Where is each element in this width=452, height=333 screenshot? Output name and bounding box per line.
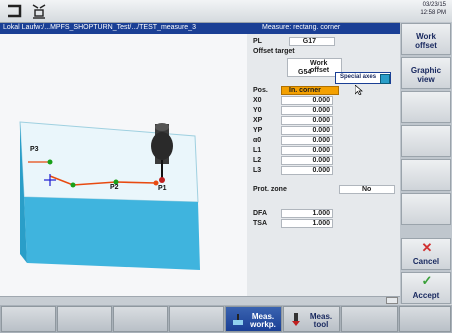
- pos-value: In. corner: [289, 87, 321, 94]
- special-axes-label: Special axes: [340, 74, 377, 80]
- dfa-field[interactable]: 1.000: [281, 209, 333, 218]
- work-offset-softkey[interactable]: Work offset: [401, 23, 451, 55]
- empty-softkey-4[interactable]: [401, 125, 451, 157]
- param-row-field[interactable]: 0.000: [281, 166, 333, 175]
- special-axes-popup[interactable]: Special axes: [335, 72, 391, 84]
- prot-zone-value: No: [362, 186, 372, 193]
- param-row-label: L1: [253, 147, 262, 154]
- bottom-softkey-7[interactable]: [341, 306, 398, 332]
- param-row-label: α0: [253, 137, 262, 144]
- param-row-value: 0.000: [312, 137, 330, 144]
- program-manager-icon[interactable]: [30, 2, 48, 20]
- param-row-field[interactable]: 0.000: [281, 156, 333, 165]
- machine-icon[interactable]: [6, 3, 26, 19]
- bottom-softkey-2[interactable]: [57, 306, 112, 332]
- param-row-label: XP: [253, 117, 263, 124]
- param-row-field[interactable]: 0.000: [281, 116, 333, 125]
- scroll-right-icon[interactable]: [386, 297, 398, 311]
- bottom-softkey-bar: Meas. workp. Meas. tool: [0, 305, 452, 333]
- workpiece-graphic: [19, 121, 200, 270]
- dfa-label: DFA: [253, 210, 267, 217]
- param-row-label: L2: [253, 157, 262, 164]
- special-axes-checkbox-icon[interactable]: [380, 74, 390, 84]
- right-softkey-bar: Work offset Graphic view ✕ Cancel ✓ Acce…: [400, 22, 452, 304]
- cancel-icon: ✕: [421, 240, 433, 255]
- tsa-field[interactable]: 1.000: [281, 219, 333, 228]
- param-row-value: 0.000: [312, 127, 330, 134]
- prot-zone-field[interactable]: No: [339, 185, 395, 194]
- pl-label: PL: [253, 38, 262, 45]
- cancel-button[interactable]: ✕ Cancel: [401, 238, 451, 270]
- param-row-value: 0.000: [312, 147, 330, 154]
- param-row-label: Y0: [253, 107, 262, 114]
- work-offset-select[interactable]: Work offset G54: [287, 58, 342, 77]
- mouse-cursor-icon: [354, 82, 363, 100]
- meas-workpiece-icon: [232, 314, 244, 326]
- param-row-value: 0.000: [312, 117, 330, 124]
- clock-date: 03/23/15: [422, 2, 446, 8]
- title-bar: Lokal Laufw:/...MPFS_SHOPTURN_Test/.../T…: [0, 23, 400, 34]
- clock-time: 12:58 PM: [420, 10, 446, 16]
- work-offset-value: G54: [298, 69, 312, 76]
- offset-target-label: Offset target: [253, 48, 295, 55]
- meas-tool-icon: [290, 313, 302, 327]
- empty-softkey-3[interactable]: [401, 91, 451, 123]
- point-label-p3: P3: [30, 146, 39, 153]
- meas-workpiece-softkey[interactable]: Meas. workp.: [225, 306, 282, 332]
- param-row-value: 0.000: [312, 107, 330, 114]
- program-path: Lokal Laufw:/...MPFS_SHOPTURN_Test/.../T…: [3, 24, 196, 31]
- bottom-softkey-8[interactable]: [399, 306, 451, 332]
- pos-label: Pos.: [253, 87, 268, 94]
- accept-icon: ✓: [421, 273, 433, 288]
- param-row-value: 0.000: [312, 97, 330, 104]
- empty-softkey-6[interactable]: [401, 193, 451, 225]
- top-header: 03/23/15 12:58 PM: [0, 0, 452, 23]
- point-label-p2: P2: [110, 184, 119, 191]
- empty-softkey-5[interactable]: [401, 159, 451, 191]
- param-row-label: X0: [253, 97, 262, 104]
- param-row-field[interactable]: 0.000: [281, 106, 333, 115]
- tsa-label: TSA: [253, 220, 267, 227]
- pl-field[interactable]: G17: [289, 37, 335, 46]
- param-row-field[interactable]: 0.000: [281, 126, 333, 135]
- bottom-softkey-1[interactable]: [1, 306, 56, 332]
- point-label-p1: P1: [158, 185, 167, 192]
- prot-zone-label: Prot. zone: [253, 186, 287, 193]
- bottom-softkey-3[interactable]: [113, 306, 168, 332]
- meas-tool-softkey[interactable]: Meas. tool: [283, 306, 340, 332]
- param-row-field[interactable]: 0.000: [281, 146, 333, 155]
- param-row-field[interactable]: 0.000: [281, 136, 333, 145]
- status-strip: [0, 296, 400, 311]
- parameter-panel: PL G17 Offset target Work offset G54 Spe…: [247, 34, 400, 296]
- bottom-softkey-4[interactable]: [169, 306, 224, 332]
- param-row-label: L3: [253, 167, 262, 174]
- graphic-view-softkey[interactable]: Graphic view: [401, 57, 451, 89]
- param-row-label: YP: [253, 127, 263, 134]
- accept-button[interactable]: ✓ Accept: [401, 272, 451, 304]
- measure-mode-title: Measure: rectang. corner: [262, 24, 341, 31]
- param-row-value: 0.000: [312, 167, 330, 174]
- graphic-view: P3 P2 P1: [0, 34, 247, 296]
- param-row-field[interactable]: 0.000: [281, 96, 333, 105]
- pos-select[interactable]: In. corner: [281, 86, 339, 95]
- param-row-value: 0.000: [312, 157, 330, 164]
